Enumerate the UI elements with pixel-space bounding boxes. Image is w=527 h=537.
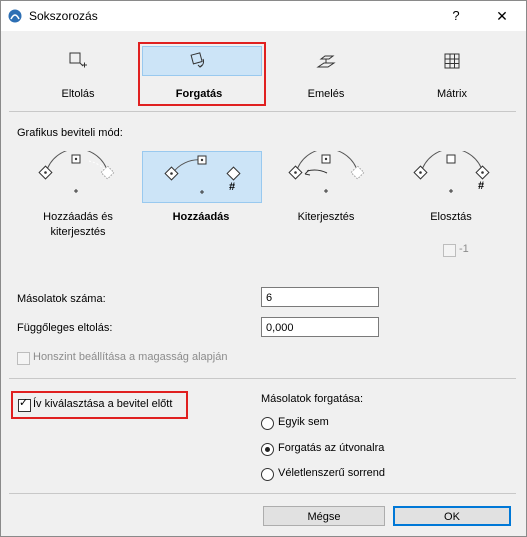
- separator: [9, 111, 516, 112]
- mode-distribute-label: Elosztás: [430, 211, 472, 223]
- tab-matrix-label: Mátrix: [437, 88, 467, 100]
- mode-extend-label: Kiterjesztés: [297, 211, 355, 223]
- mode-add-label: Hozzáadás: [172, 211, 230, 223]
- extend-diagram: [288, 148, 365, 193]
- dialog-window: Sokszorozás ? ✕ Eltolás Forgatás Emelés: [0, 0, 527, 537]
- mode-add-extend[interactable]: [17, 148, 135, 201]
- mode-extend[interactable]: [267, 148, 385, 201]
- tab-elevate-label: Emelés: [307, 88, 345, 100]
- add-diagram: [164, 155, 241, 194]
- tab-elevate[interactable]: Emelés: [265, 41, 387, 105]
- move-icon: [69, 52, 87, 68]
- tab-move[interactable]: Eltolás: [17, 41, 139, 105]
- ok-button[interactable]: OK: [393, 506, 511, 526]
- radio-rotate-path[interactable]: [261, 443, 274, 456]
- minus-one-label: -1: [459, 243, 469, 255]
- copy-rotation-title: Másolatok forgatása:: [261, 393, 364, 405]
- mode-add-extend-label: Hozzáadás és kiterjesztés: [43, 211, 113, 238]
- matrix-icon: [444, 53, 460, 69]
- hash-mark-distribute: #: [478, 180, 485, 192]
- minus-one-checkbox[interactable]: [443, 244, 456, 257]
- radio-none[interactable]: [261, 417, 274, 430]
- tab-matrix[interactable]: Mátrix: [391, 41, 513, 105]
- help-button[interactable]: ?: [441, 5, 471, 27]
- radio-selected-dot: [265, 447, 270, 452]
- story-checkbox[interactable]: [17, 352, 30, 365]
- rotate-icon: [190, 52, 205, 68]
- arc-select-callout-box: [11, 391, 188, 419]
- mode-distribute[interactable]: #: [392, 148, 510, 201]
- copies-input[interactable]: 6: [261, 287, 379, 307]
- distribute-diagram: [413, 148, 490, 193]
- close-button[interactable]: ✕: [487, 5, 517, 27]
- hash-mark: #: [229, 181, 236, 193]
- window-title: Sokszorozás: [29, 9, 98, 23]
- add-extend-diagram: [38, 148, 115, 193]
- separator: [9, 378, 516, 379]
- mode-add[interactable]: #: [142, 151, 262, 203]
- app-logo-icon: [8, 9, 22, 23]
- radio-rotate-path-label: Forgatás az útvonalra: [278, 442, 385, 454]
- cancel-button[interactable]: Mégse: [263, 506, 385, 526]
- tab-move-label: Eltolás: [61, 88, 95, 100]
- vertical-offset-label: Függőleges eltolás:: [17, 322, 113, 334]
- title-bar: Sokszorozás ? ✕: [1, 1, 526, 31]
- radio-none-label: Egyik sem: [278, 416, 329, 428]
- copies-label: Másolatok száma:: [17, 293, 106, 305]
- separator: [9, 493, 516, 494]
- radio-random[interactable]: [261, 468, 274, 481]
- vertical-offset-input[interactable]: 0,000: [261, 317, 379, 337]
- radio-random-label: Véletlenszerű sorrend: [278, 467, 386, 479]
- story-label: Honszint beállítása a magasság alapján: [33, 351, 228, 363]
- elevate-icon: [316, 55, 336, 68]
- graphic-input-label: Grafikus beviteli mód:: [17, 127, 123, 139]
